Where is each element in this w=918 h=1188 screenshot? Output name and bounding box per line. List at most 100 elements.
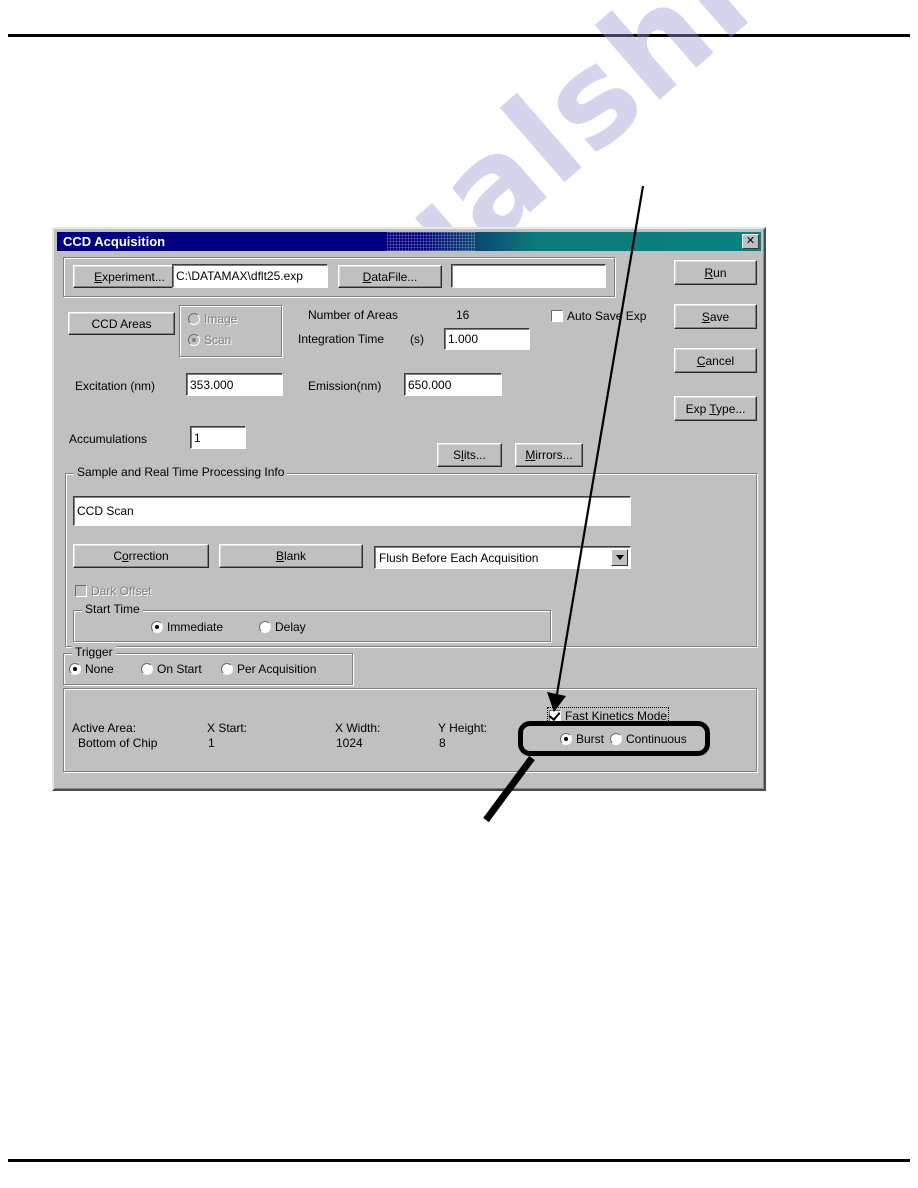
experiment-path-value: C:\DATAMAX\dflt25.exp <box>176 269 303 283</box>
trigger-radio-per-acquisition[interactable]: Per Acquisition <box>221 662 316 676</box>
radio-dot-scan <box>188 334 200 346</box>
trigger-radio-on-start[interactable]: On Start <box>141 662 202 676</box>
exp-type-button[interactable]: Exp Type... <box>674 396 757 421</box>
experiment-path-input[interactable]: C:\DATAMAX\dflt25.exp <box>172 264 328 288</box>
sample-description-input[interactable]: CCD Scan <box>73 496 631 526</box>
excitation-input[interactable]: 353.000 <box>186 373 283 396</box>
checkbox-box-fast-kinetics-mode <box>549 710 561 722</box>
accumulations-label: Accumulations <box>69 432 148 446</box>
integration-time-value: 1.000 <box>448 332 479 346</box>
x-start-value: 1 <box>208 736 215 750</box>
cancel-button[interactable]: Cancel <box>674 348 757 373</box>
auto-save-exp-label: Auto Save Exp <box>567 309 647 323</box>
trigger-legend: Trigger <box>72 646 116 658</box>
experiment-button-label: Experiment... <box>94 269 165 284</box>
accumulations-value: 1 <box>194 430 201 445</box>
number-of-areas-value: 16 <box>456 308 470 322</box>
correction-button[interactable]: Correction <box>73 544 209 568</box>
checkbox-box-auto-save-exp <box>551 310 563 322</box>
window-title: CCD Acquisition <box>63 234 166 249</box>
emission-value: 650.000 <box>408 377 452 392</box>
trigger-radio-per-acquisition-label: Per Acquisition <box>237 662 317 676</box>
dialog-inner-frame: CCD Acquisition ✕ Experiment... C:\DATAM… <box>54 229 764 789</box>
kinetics-radio-burst-label: Burst <box>576 732 605 746</box>
emission-input[interactable]: 650.000 <box>404 373 502 396</box>
mode-radio-image-label: Image <box>204 312 238 326</box>
slits-button-label: Slits... <box>453 448 486 462</box>
mirrors-button-label: Mirrors... <box>525 448 573 462</box>
radio-dot-none <box>69 663 81 675</box>
y-height-label: Y Height: <box>438 721 488 735</box>
dark-offset-label: Dark Offset <box>91 584 152 598</box>
active-area-value: Bottom of Chip <box>78 736 158 750</box>
kinetics-radio-burst[interactable]: Burst <box>560 732 604 746</box>
start-time-radio-delay-label: Delay <box>275 620 306 634</box>
ccd-areas-button[interactable]: CCD Areas <box>68 312 175 335</box>
excitation-label: Excitation (nm) <box>75 379 156 393</box>
trigger-radio-none[interactable]: None <box>69 662 114 676</box>
flush-mode-value: Flush Before Each Acquisition <box>379 550 539 565</box>
kinetics-radio-continuous[interactable]: Continuous <box>610 732 687 746</box>
exp-type-button-label: Exp Type... <box>685 401 746 416</box>
y-height-value: 8 <box>439 736 446 750</box>
start-time-legend: Start Time <box>82 603 143 615</box>
datafile-input[interactable] <box>451 264 606 288</box>
number-of-areas-label: Number of Areas <box>308 308 399 322</box>
integration-time-input[interactable]: 1.000 <box>444 328 530 350</box>
sample-info-legend: Sample and Real Time Processing Info <box>74 466 288 478</box>
start-time-radio-immediate-label: Immediate <box>167 620 224 634</box>
run-button-label: Run <box>704 265 727 280</box>
trigger-radio-on-start-label: On Start <box>157 662 202 676</box>
blank-button[interactable]: Blank <box>219 544 363 568</box>
blank-button-label: Blank <box>275 549 307 563</box>
slits-button[interactable]: Slits... <box>437 443 502 467</box>
radio-dot-per-acquisition <box>221 663 233 675</box>
ccd-areas-button-label: CCD Areas <box>91 316 152 331</box>
fast-kinetics-mode-label: Fast Kinetics Mode <box>565 709 668 723</box>
flush-mode-select[interactable]: Flush Before Each Acquisition <box>374 546 631 569</box>
x-width-value: 1024 <box>336 736 363 750</box>
radio-dot-burst <box>560 733 572 745</box>
radio-dot-immediate <box>151 621 163 633</box>
x-start-label: X Start: <box>207 721 248 735</box>
mode-radio-scan-label: Scan <box>204 333 232 347</box>
close-icon[interactable]: ✕ <box>742 234 759 249</box>
start-time-radio-delay[interactable]: Delay <box>259 620 306 634</box>
excitation-value: 353.000 <box>190 377 234 392</box>
kinetics-radio-continuous-label: Continuous <box>626 732 687 746</box>
active-area-label: Active Area: <box>72 721 137 735</box>
radio-dot-on-start <box>141 663 153 675</box>
dark-offset-checkbox[interactable]: Dark Offset <box>75 584 151 598</box>
accumulations-input[interactable]: 1 <box>190 426 246 449</box>
start-time-radio-immediate[interactable]: Immediate <box>151 620 223 634</box>
checkbox-box-dark-offset <box>75 585 87 597</box>
mirrors-button[interactable]: Mirrors... <box>515 443 583 467</box>
sample-description-value: CCD Scan <box>77 504 134 518</box>
integration-time-label: Integration Time <box>298 332 385 346</box>
page-rule-bottom <box>8 1159 910 1162</box>
titlebar-dither-pattern <box>387 232 475 251</box>
mode-radio-image[interactable]: Image <box>188 312 237 326</box>
integration-time-units: (s) <box>410 332 424 346</box>
radio-dot-continuous <box>610 733 622 745</box>
save-button[interactable]: Save <box>674 304 757 329</box>
experiment-button[interactable]: Experiment... <box>73 265 186 288</box>
correction-button-label: Correction <box>113 549 169 563</box>
start-time-group: Start Time <box>73 603 551 642</box>
emission-label: Emission(nm) <box>308 379 382 393</box>
auto-save-exp-checkbox[interactable]: Auto Save Exp <box>551 309 646 323</box>
cancel-button-label: Cancel <box>696 353 735 368</box>
title-bar: CCD Acquisition ✕ <box>57 232 761 251</box>
x-width-label: X Width: <box>335 721 381 735</box>
datafile-button[interactable]: DataFile... <box>338 265 442 288</box>
status-panel-group <box>63 688 757 772</box>
fast-kinetics-mode-checkbox[interactable]: Fast Kinetics Mode <box>546 707 670 725</box>
datafile-button-label: DataFile... <box>362 269 418 284</box>
ccd-acquisition-dialog: CCD Acquisition ✕ Experiment... C:\DATAM… <box>52 227 766 791</box>
mode-radio-scan[interactable]: Scan <box>188 333 231 347</box>
run-button[interactable]: Run <box>674 260 757 285</box>
chevron-down-icon[interactable] <box>611 549 628 566</box>
page-rule-top <box>8 34 910 37</box>
trigger-radio-none-label: None <box>85 662 114 676</box>
save-button-label: Save <box>701 309 730 324</box>
